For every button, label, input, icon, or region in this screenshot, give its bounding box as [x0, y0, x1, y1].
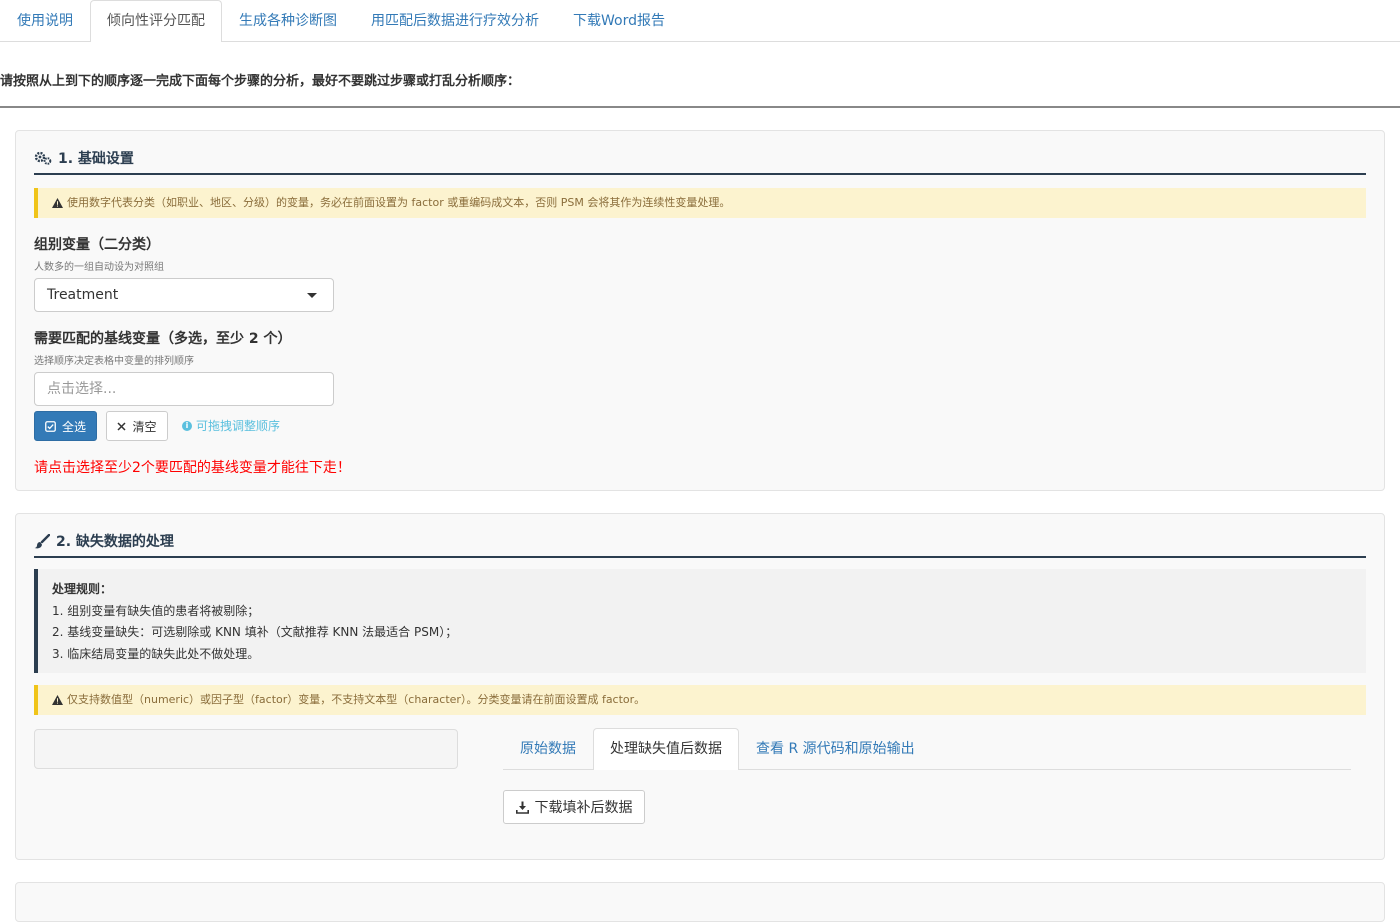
select-all-button[interactable]: 全选: [34, 411, 97, 441]
baseline-variables-input[interactable]: 点击选择...: [34, 372, 334, 406]
chevron-down-icon: [307, 293, 317, 298]
tab-word-report[interactable]: 下载Word报告: [556, 0, 682, 41]
group-variable-select[interactable]: Treatment: [34, 278, 334, 312]
error-message: 请点击选择至少2个要匹配的基线变量才能往下走！: [34, 460, 351, 476]
check-square-icon: [45, 419, 56, 433]
main-tab-bar: 使用说明 倾向性评分匹配 生成各种诊断图 用匹配后数据进行疗效分析 下载Word…: [0, 0, 1400, 42]
section2-title-text: 2. 缺失数据的处理: [56, 534, 174, 550]
baseline-variables-label: 需要匹配的基线变量（多选，至少 2 个）: [34, 331, 292, 347]
download-label: 下载填补后数据: [534, 800, 633, 816]
close-icon: [117, 419, 127, 433]
drag-hint: i 可拖拽调整顺序: [182, 417, 280, 434]
rule-item: 3. 临床结局变量的缺失此处不做处理。: [52, 646, 260, 661]
section1-warning: 使用数字代表分类（如职业、地区、分级）的变量，务必在前面设置为 factor 或…: [34, 188, 1366, 218]
group-variable-label: 组别变量（二分类）: [34, 237, 160, 253]
rule-item: 1. 组别变量有缺失值的患者将被剔除；: [52, 603, 260, 618]
instruction-text: 请按照从上到下的顺序逐一完成下面每个步骤的分析，最好不要跳过步骤或打乱分析顺序：: [0, 74, 521, 89]
section2-warning-text: 仅支持数值型（numeric）或因子型（factor）变量，不支持文本型（cha…: [67, 693, 646, 706]
tab-psm[interactable]: 倾向性评分匹配: [90, 0, 222, 42]
clear-button[interactable]: 清空: [106, 411, 168, 441]
info-icon: i: [182, 420, 192, 431]
gears-icon: [34, 150, 52, 166]
baseline-variables-helper: 选择顺序决定表格中变量的排列顺序: [34, 356, 194, 367]
warning-icon: [52, 188, 63, 218]
section1-warning-text: 使用数字代表分类（如职业、地区、分级）的变量，务必在前面设置为 factor 或…: [67, 196, 731, 209]
clear-label: 清空: [132, 419, 157, 434]
divider: [0, 106, 1400, 108]
section1-title-text: 1. 基础设置: [58, 151, 134, 167]
section1-title: 1. 基础设置: [34, 143, 1366, 175]
group-variable-value: Treatment: [47, 287, 119, 303]
tab-raw-data[interactable]: 原始数据: [503, 728, 593, 769]
rule-item: 2. 基线变量缺失：可选剔除或 KNN 填补（文献推荐 KNN 法最适合 PSM…: [52, 625, 458, 639]
rules-title: 处理规则：: [52, 582, 113, 596]
section-basic-settings: 1. 基础设置 使用数字代表分类（如职业、地区、分级）的变量，务必在前面设置为 …: [15, 130, 1385, 491]
download-icon: [515, 799, 529, 815]
tab-diagnostics[interactable]: 生成各种诊断图: [222, 0, 354, 41]
data-tab-bar: 原始数据 处理缺失值后数据 查看 R 源代码和原始输出: [503, 728, 1351, 770]
rules-block: 处理规则： 1. 组别变量有缺失值的患者将被剔除； 2. 基线变量缺失：可选剔除…: [34, 569, 1366, 673]
warning-icon: [52, 685, 63, 715]
section2-warning: 仅支持数值型（numeric）或因子型（factor）变量，不支持文本型（cha…: [34, 685, 1366, 715]
section-missing-data: 2. 缺失数据的处理 处理规则： 1. 组别变量有缺失值的患者将被剔除； 2. …: [15, 513, 1385, 860]
tab-efficacy[interactable]: 用匹配后数据进行疗效分析: [354, 0, 556, 41]
tab-instructions[interactable]: 使用说明: [0, 0, 90, 41]
download-imputed-button[interactable]: 下载填补后数据: [503, 790, 645, 824]
drag-hint-text: 可拖拽调整顺序: [196, 419, 281, 433]
section2-title: 2. 缺失数据的处理: [34, 526, 1366, 558]
section-next: [15, 882, 1385, 922]
brush-icon: [34, 533, 50, 549]
group-variable-helper: 人数多的一组自动设为对照组: [34, 262, 164, 273]
tab-processed-data[interactable]: 处理缺失值后数据: [593, 728, 739, 770]
select-all-label: 全选: [61, 419, 86, 434]
tab-r-source[interactable]: 查看 R 源代码和原始输出: [739, 728, 932, 769]
missing-method-field[interactable]: [34, 729, 458, 769]
